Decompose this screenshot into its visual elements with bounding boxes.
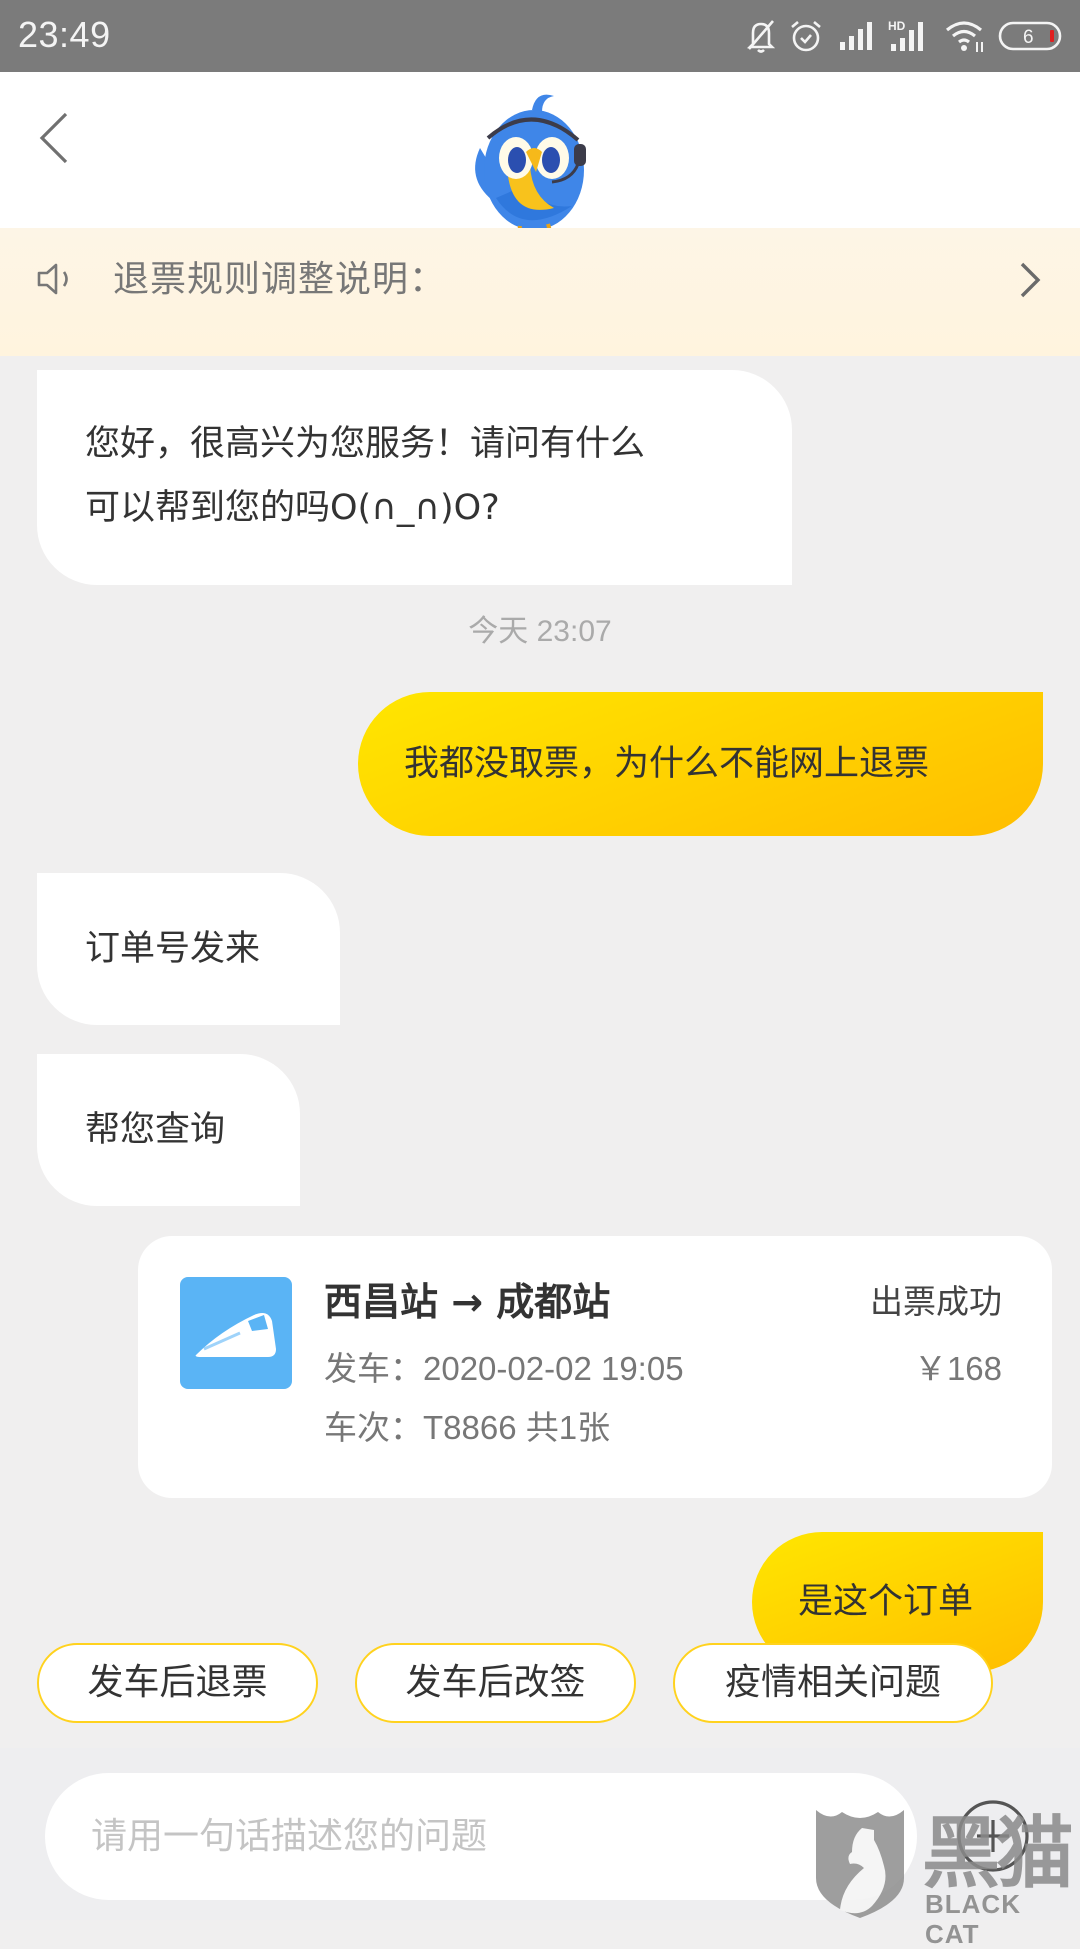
chevron-left-icon	[39, 112, 68, 164]
battery-icon: 6	[998, 21, 1064, 57]
message-line: 您好，很高兴为您服务！请问有什么	[85, 424, 646, 464]
order-status: 出票成功	[870, 1282, 1002, 1321]
agent-message-greeting: 您好，很高兴为您服务！请问有什么 可以帮到您的吗O(∩_∩)O?	[37, 370, 792, 585]
svg-text:HD: HD	[888, 19, 906, 33]
order-train-info: 车次：T8866 共1张	[324, 1409, 611, 1446]
svg-text:6: 6	[1023, 27, 1034, 48]
back-button[interactable]	[28, 100, 88, 174]
order-route: 西昌站 → 成都站	[324, 1280, 611, 1324]
watermark-text-cn: 黑猫	[922, 1809, 1074, 1899]
agent-message: 订单号发来	[37, 873, 340, 1025]
message-timestamp: 今天 23:07	[468, 615, 612, 648]
message-line: 可以帮到您的吗O(∩_∩)O?	[85, 488, 500, 528]
order-price: ￥168	[913, 1350, 1002, 1387]
message-input[interactable]	[45, 1773, 917, 1900]
status-time: 23:49	[18, 14, 111, 55]
alarm-icon	[788, 18, 824, 54]
watermark-text-en: BLACK CAT	[925, 1889, 1021, 1949]
notice-text[interactable]: 退票规则调整说明：	[113, 255, 446, 305]
hd-signal-icon: HD	[887, 18, 931, 54]
agent-message: 帮您查询	[37, 1054, 300, 1206]
mute-bell-icon	[745, 18, 777, 54]
customer-service-avatar	[462, 88, 610, 248]
chevron-right-icon[interactable]	[1010, 258, 1050, 302]
wifi-icon	[944, 18, 988, 54]
order-departure: 发车：2020-02-02 19:05	[324, 1350, 684, 1387]
quick-reply-change-after-departure[interactable]: 发车后改签	[355, 1643, 636, 1723]
signal-icon	[838, 18, 876, 54]
train-icon	[180, 1277, 292, 1389]
quick-reply-refund-after-departure[interactable]: 发车后退票	[37, 1643, 318, 1723]
quick-reply-epidemic-questions[interactable]: 疫情相关问题	[673, 1643, 993, 1723]
user-message: 我都没取票，为什么不能网上退票	[358, 692, 1043, 836]
watermark-cat-shield-icon	[812, 1806, 908, 1918]
speaker-icon	[36, 260, 76, 298]
